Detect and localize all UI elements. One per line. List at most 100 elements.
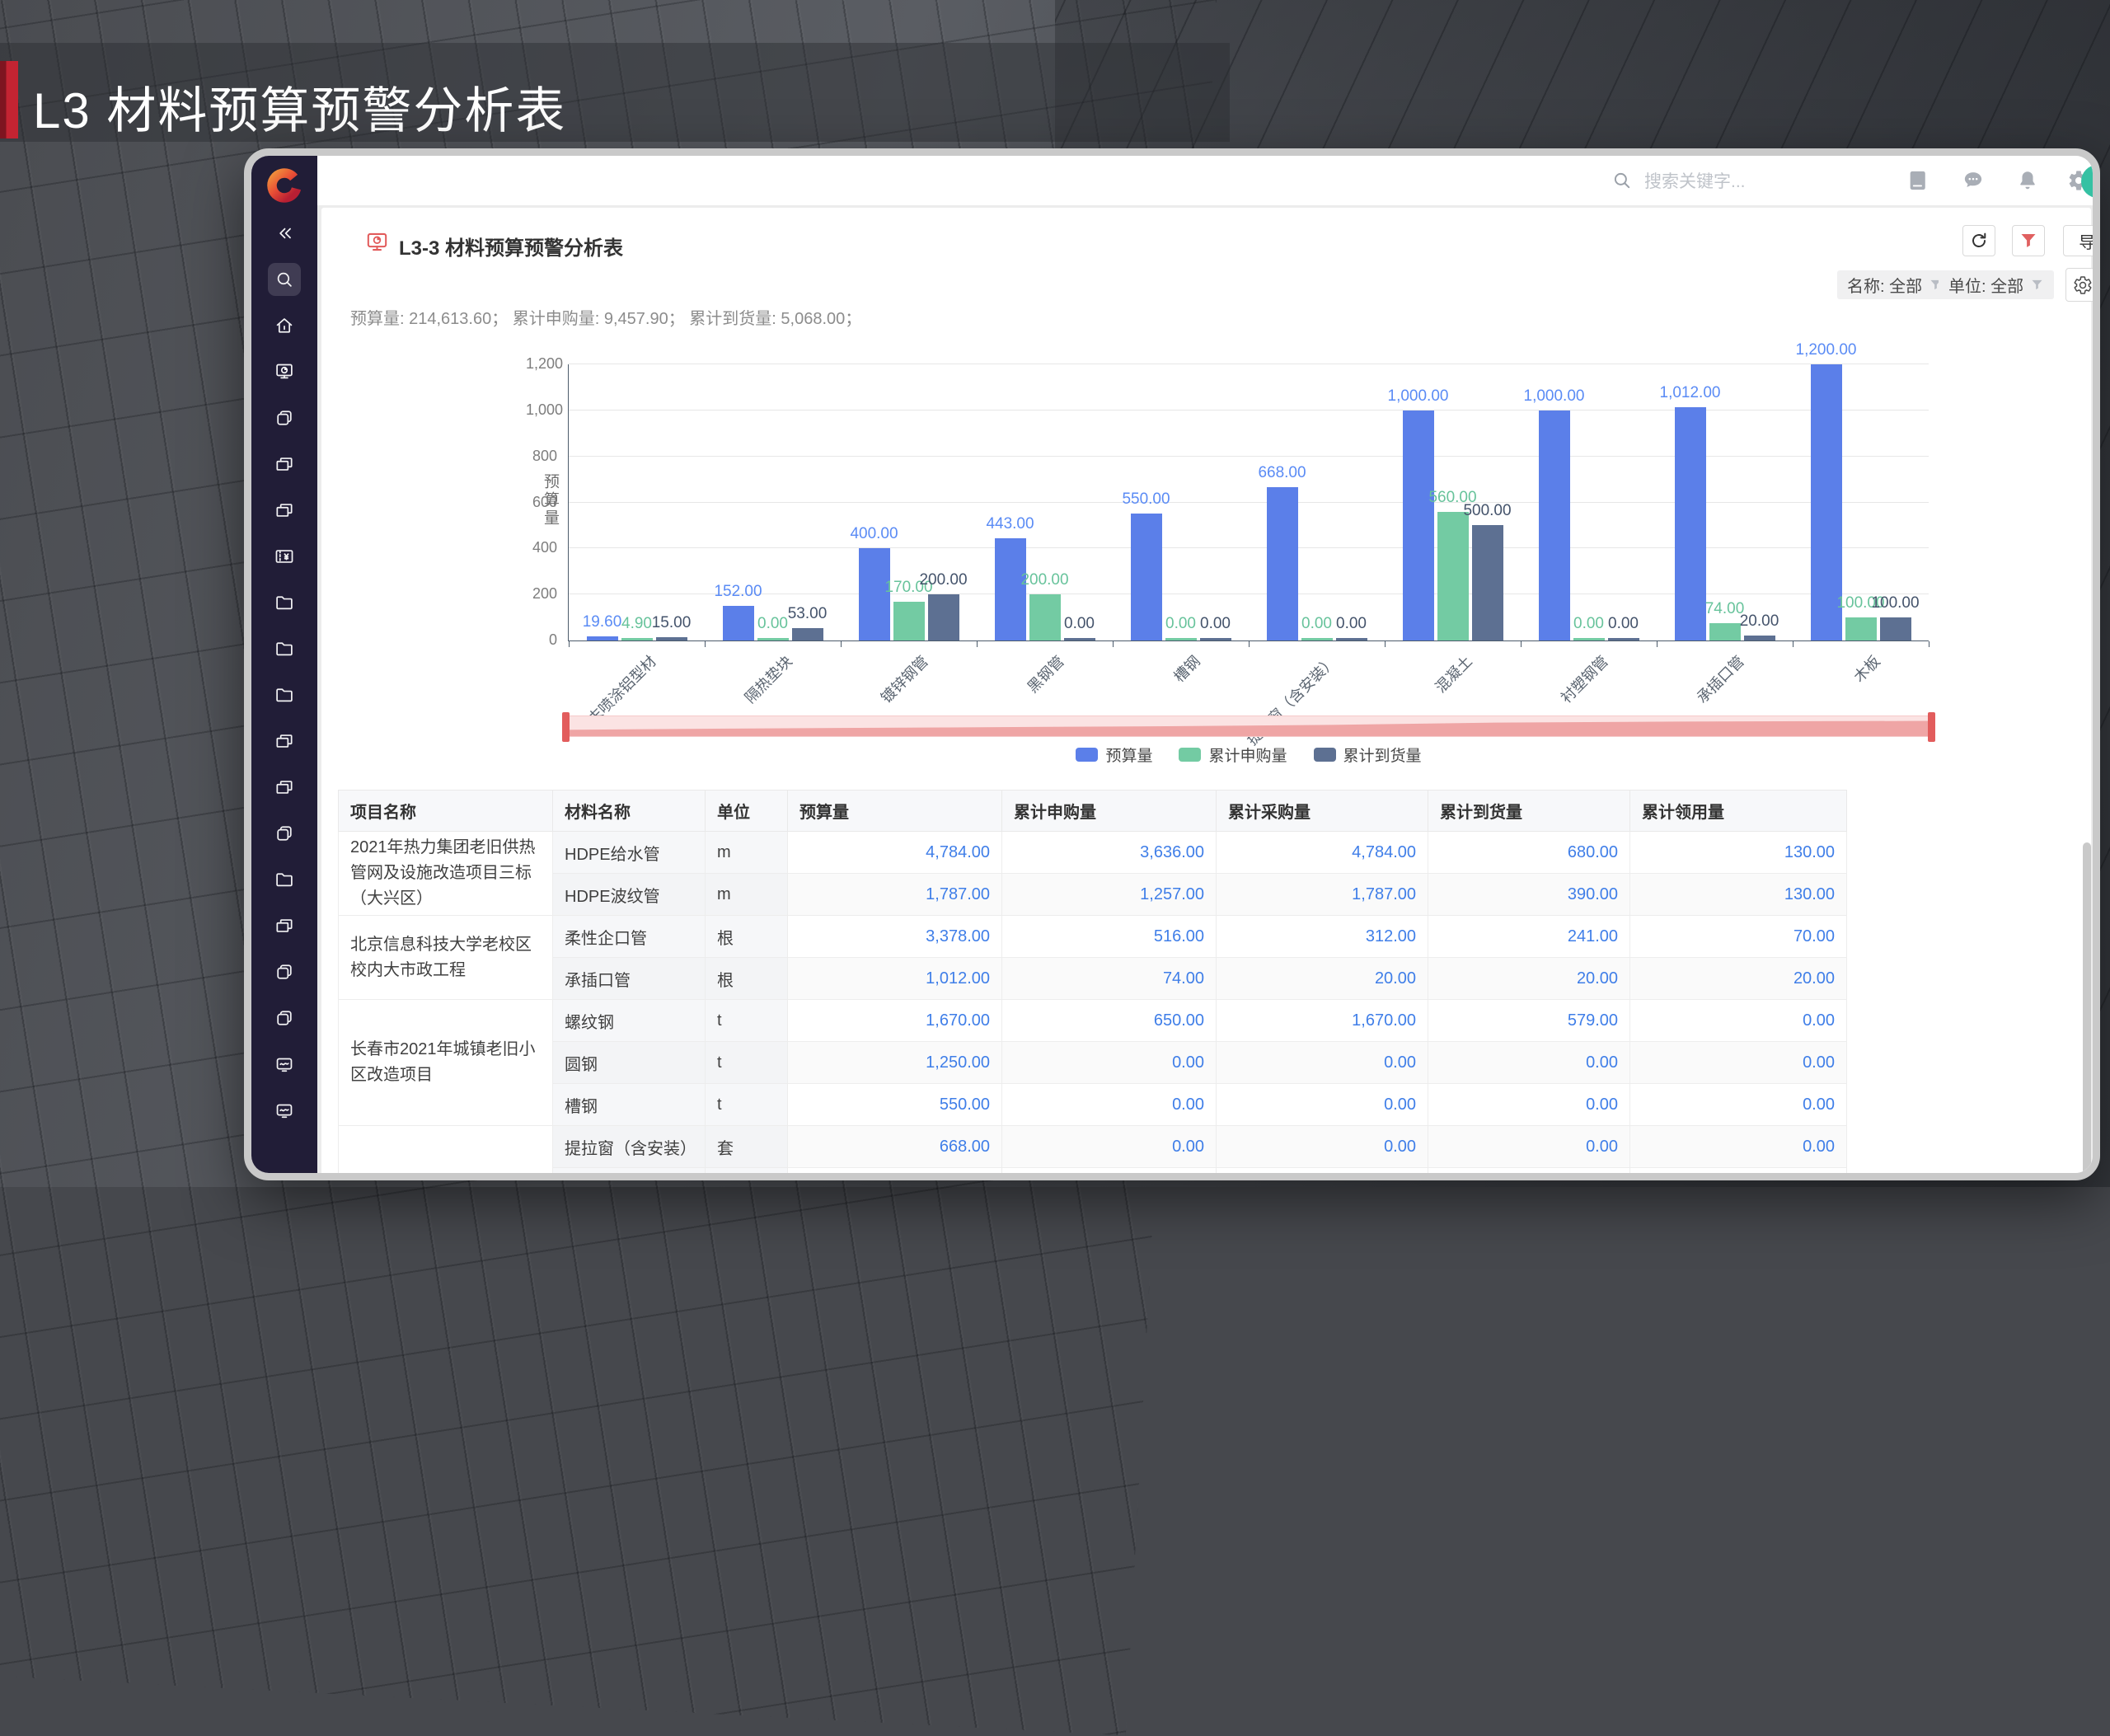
value-cell: 1,787.00 (788, 874, 1002, 916)
bar-累计到货量[interactable] (1200, 638, 1231, 640)
sidebar-item-chart-monitor-icon[interactable] (268, 1048, 301, 1081)
sidebar-item-windows-icon[interactable] (268, 909, 301, 942)
refresh-button[interactable] (1962, 225, 1995, 256)
bar-累计申购量[interactable] (893, 602, 925, 640)
gridline (569, 502, 1929, 503)
x-category-label: 镀锌钢管 (875, 650, 932, 707)
x-category-label: 衬塑钢管 (1555, 650, 1612, 707)
bar-累计到货量[interactable] (1608, 638, 1639, 640)
bar-预算量[interactable] (995, 538, 1026, 640)
bar-累计到货量[interactable] (1336, 638, 1367, 640)
table-row[interactable]: 提拉窗（含安装）套668.000.000.000.000.00 (339, 1126, 1847, 1168)
value-cell: 0.00 (1630, 1000, 1847, 1042)
sidebar-item-windows-icon[interactable] (268, 771, 301, 804)
value-cell: 1,250.00 (788, 1042, 1002, 1084)
sidebar-item-folder-icon[interactable] (268, 678, 301, 711)
bar-预算量[interactable] (1131, 514, 1162, 640)
bar-累计到货量[interactable] (1880, 617, 1911, 640)
bar-累计申购量[interactable] (1845, 617, 1877, 640)
column-settings-button[interactable] (2065, 268, 2099, 302)
x-category-label: 混凝土 (1429, 650, 1476, 697)
book-icon[interactable] (1906, 169, 1929, 192)
filter-chip-unit[interactable]: 单位: 全部 (1939, 270, 2054, 299)
chat-icon[interactable] (1962, 169, 1985, 192)
bar-预算量[interactable] (1539, 411, 1570, 640)
sidebar-item-dashboard-icon[interactable] (268, 355, 301, 388)
material-cell: 承插口管 (553, 958, 706, 1000)
unit-cell: m (706, 832, 788, 874)
sidebar-item-windows-icon[interactable] (268, 448, 301, 481)
value-cell: 1,670.00 (788, 1000, 1002, 1042)
bar-累计申购量[interactable] (757, 638, 789, 640)
sidebar-item-windows-icon[interactable] (268, 494, 301, 527)
table-row[interactable]: 北京信息科技大学老校区校内大市政工程柔性企口管根3,378.00516.0031… (339, 916, 1847, 958)
sidebar-item-folder-icon[interactable] (268, 632, 301, 665)
gridline (569, 456, 1929, 457)
datazoom-handle-right[interactable] (1928, 712, 1935, 742)
table-row[interactable]: 长春市2021年城镇老旧小区改造项目螺纹钢t1,670.00650.001,67… (339, 1000, 1847, 1042)
bar-累计到货量[interactable] (1472, 525, 1503, 640)
bar-累计申购量[interactable] (1573, 638, 1605, 640)
sidebar-item-folder-icon[interactable] (268, 586, 301, 619)
bar-累计申购量[interactable] (1029, 594, 1061, 640)
sidebar-item-invoice-icon[interactable] (268, 540, 301, 573)
bar-累计申购量[interactable] (1301, 638, 1333, 640)
sidebar-item-home-icon[interactable] (268, 309, 301, 342)
bar-预算量[interactable] (1675, 407, 1706, 640)
table-row[interactable]: 槽钢t550.000.000.000.000.00 (339, 1084, 1847, 1126)
bar-累计申购量[interactable] (621, 638, 653, 640)
bar-累计申购量[interactable] (1437, 512, 1469, 640)
sidebar-item-collapse-icon[interactable] (268, 217, 301, 250)
sidebar-item-search-icon[interactable] (268, 263, 301, 296)
red-accent-bar (0, 61, 18, 138)
filter-chip-name[interactable]: 名称: 全部 (1837, 270, 1953, 299)
bar-累计申购量[interactable] (1709, 623, 1741, 640)
legend-item-累计到货量[interactable]: 累计到货量 (1314, 744, 1422, 766)
bar-预算量[interactable] (1267, 487, 1298, 640)
unit-cell (706, 1168, 788, 1181)
datazoom-handle-left[interactable] (562, 712, 570, 742)
legend-item-预算量[interactable]: 预算量 (1076, 744, 1152, 766)
sidebar-item-copy-icon[interactable] (268, 817, 301, 850)
bell-icon[interactable] (2016, 169, 2039, 192)
value-cell: 0.00 (1002, 1084, 1217, 1126)
export-button[interactable]: 导 出 (2063, 225, 2100, 256)
bar-value-label: 53.00 (788, 605, 828, 623)
bar-累计到货量[interactable] (792, 628, 823, 640)
bar-预算量[interactable] (723, 606, 754, 640)
filter-button[interactable] (2012, 225, 2045, 256)
sidebar-item-copy-icon[interactable] (268, 955, 301, 988)
bar-累计到货量[interactable] (1744, 636, 1775, 640)
summary-line: 预算量: 214,613.60； 累计申购量: 9,457.90； 累计到货量:… (350, 305, 861, 329)
value-cell: 0.00 (1428, 1042, 1630, 1084)
settings-gear-icon (2073, 275, 2093, 295)
sidebar-item-copy-icon[interactable] (268, 401, 301, 434)
sidebar-item-folder-icon[interactable] (268, 863, 301, 896)
table-scrollbar[interactable] (2083, 842, 2091, 1180)
sidebar-item-chart-monitor-icon[interactable] (268, 1094, 301, 1127)
material-cell: 提拉窗（含安装） (553, 1126, 706, 1168)
bar-预算量[interactable] (1403, 411, 1434, 640)
material-cell: 槽钢 (553, 1084, 706, 1126)
sidebar-item-copy-icon[interactable] (268, 1002, 301, 1035)
y-tick-label: 1,000 (526, 401, 557, 419)
value-cell: 20.00 (1428, 958, 1630, 1000)
legend-item-累计申购量[interactable]: 累计申购量 (1179, 744, 1287, 766)
bar-累计到货量[interactable] (928, 594, 959, 640)
bar-累计申购量[interactable] (1165, 638, 1197, 640)
bar-预算量[interactable] (587, 636, 618, 640)
global-search-input[interactable]: 搜索关键字... (1611, 156, 1746, 205)
table-row[interactable]: 圆钢t1,250.000.000.000.000.00 (339, 1042, 1847, 1084)
value-cell: 1,787.00 (1217, 874, 1428, 916)
app-logo-icon[interactable] (265, 166, 304, 205)
bar-value-label: 19.60 (583, 613, 622, 631)
bar-累计到货量[interactable] (656, 637, 687, 640)
table-row[interactable]: 2021年热力集团老旧供热管网及设施改造项目三标（大兴区）HDPE给水管m4,7… (339, 832, 1847, 874)
datazoom-slider[interactable] (565, 716, 1933, 737)
table-row[interactable] (339, 1168, 1847, 1181)
table-row[interactable]: HDPE波纹管m1,787.001,257.001,787.00390.0013… (339, 874, 1847, 916)
table-row[interactable]: 承插口管根1,012.0074.0020.0020.0020.00 (339, 958, 1847, 1000)
legend-label: 累计申购量 (1208, 744, 1287, 766)
bar-累计到货量[interactable] (1064, 638, 1095, 640)
sidebar-item-windows-icon[interactable] (268, 725, 301, 758)
